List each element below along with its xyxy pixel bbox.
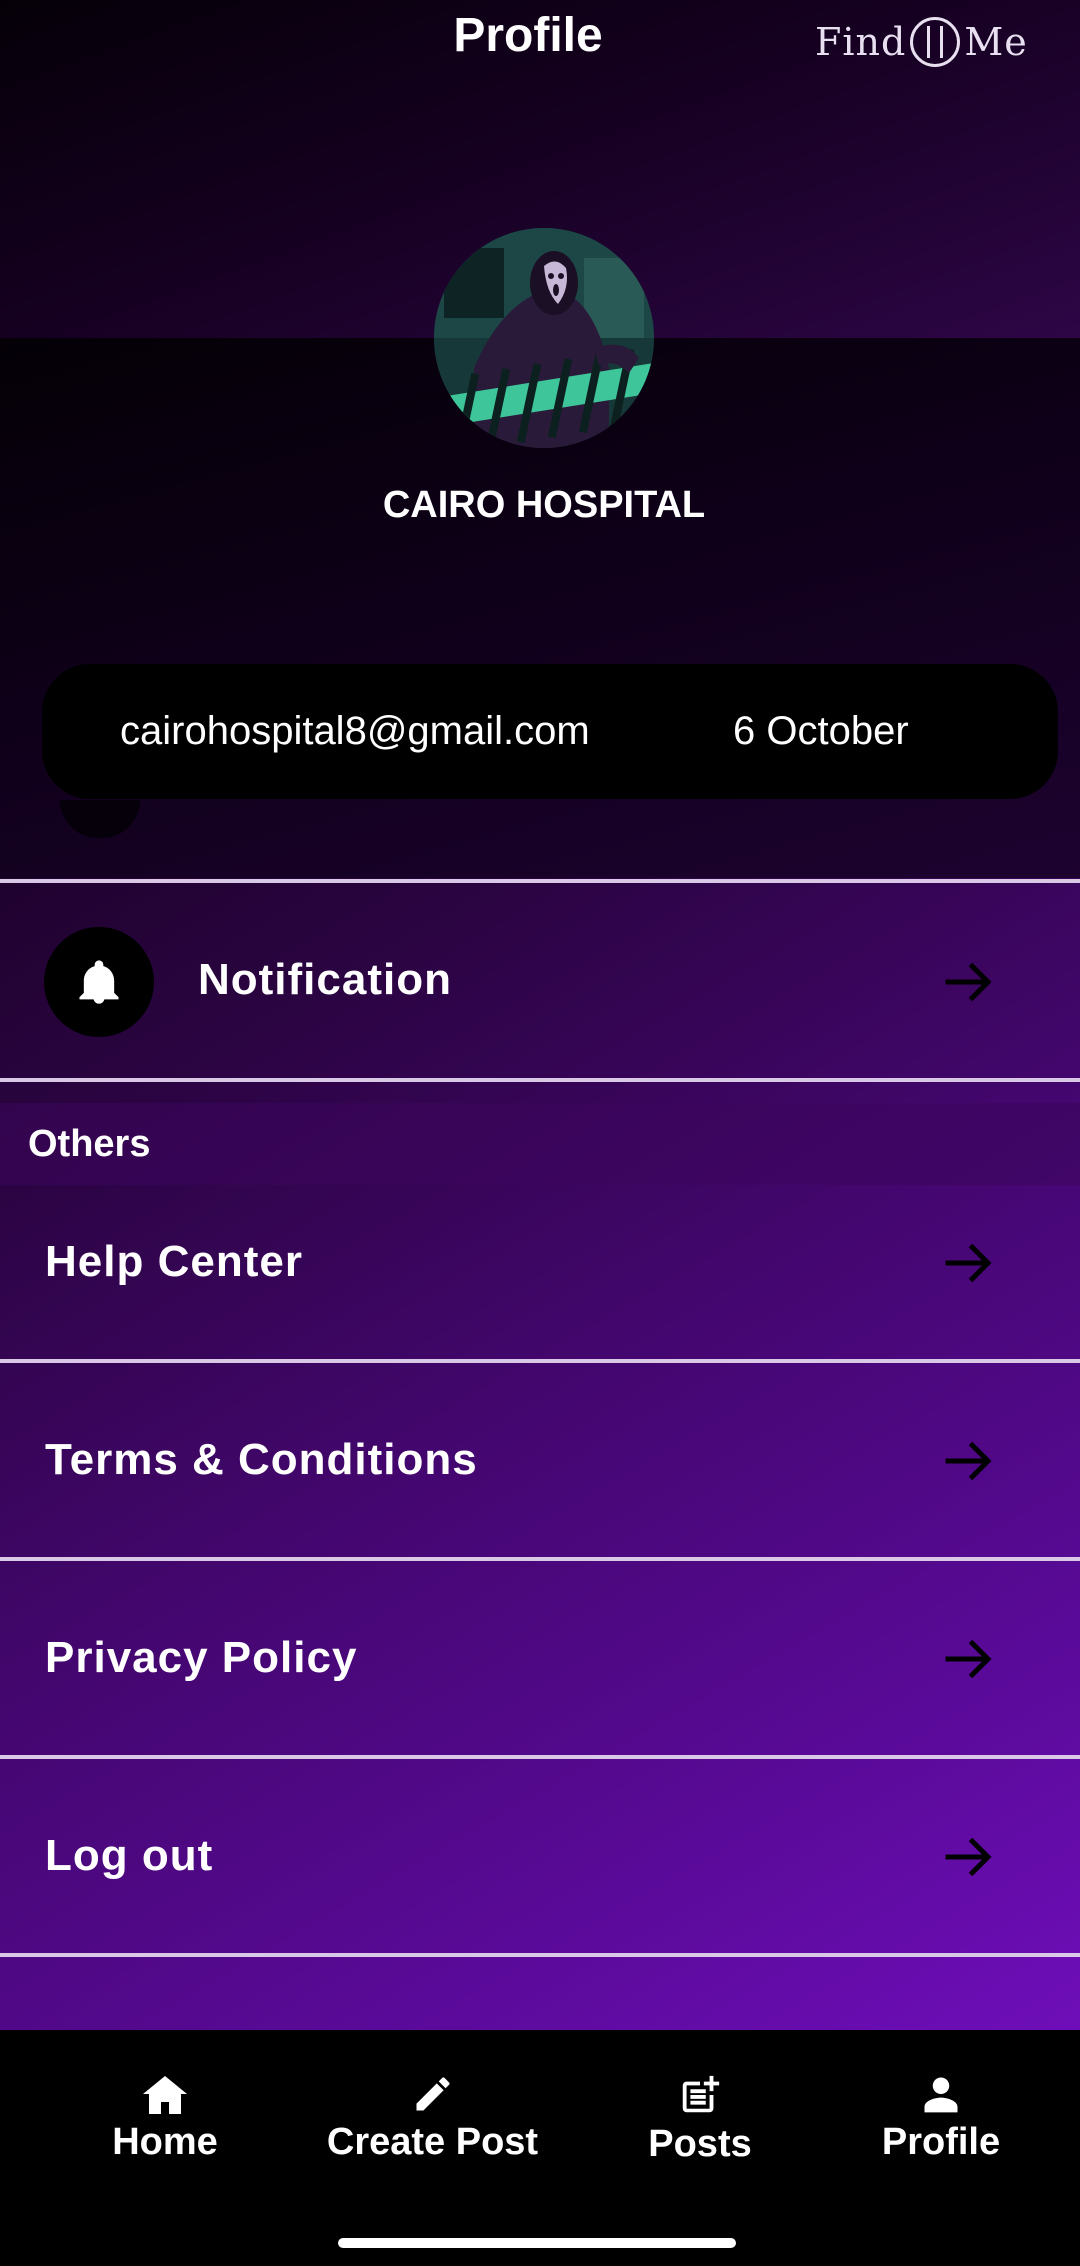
bell-icon-badge bbox=[44, 927, 154, 1037]
nav-profile-label: Profile bbox=[881, 2121, 1001, 2163]
logo-mark-icon bbox=[910, 17, 961, 67]
avatar[interactable] bbox=[434, 228, 654, 448]
arrow-right-icon bbox=[945, 962, 992, 1002]
others-section-header bbox=[0, 1103, 1080, 1185]
divider bbox=[0, 1953, 1080, 1957]
nav-create-post[interactable]: Create Post bbox=[320, 2072, 545, 2166]
post-add-icon bbox=[682, 2075, 720, 2113]
logo-text-left: Find bbox=[815, 20, 907, 64]
nav-profile[interactable]: Profile bbox=[875, 2072, 1007, 2166]
notification-row[interactable] bbox=[0, 883, 1080, 1080]
arrow-right-icon bbox=[945, 1639, 992, 1679]
arrow-right-icon bbox=[945, 1837, 992, 1877]
home-icon bbox=[143, 2076, 187, 2114]
nav-home[interactable]: Home bbox=[100, 2072, 230, 2166]
others-section-title: Others bbox=[28, 1123, 151, 1165]
email-text: cairohospital8@gmail.com bbox=[120, 709, 590, 753]
nav-posts[interactable]: Posts bbox=[640, 2072, 760, 2168]
avatar-illustration bbox=[434, 228, 654, 448]
home-indicator[interactable] bbox=[338, 2238, 736, 2248]
city-text: 6 October bbox=[733, 709, 909, 753]
privacy-policy-label: Privacy Policy bbox=[45, 1633, 358, 1682]
logo-text-right: Me bbox=[964, 20, 1028, 64]
logout-label: Log out bbox=[45, 1831, 214, 1880]
nav-posts-label: Posts bbox=[648, 2123, 752, 2165]
nav-home-label: Home bbox=[112, 2121, 218, 2163]
terms-label: Terms & Conditions bbox=[45, 1435, 478, 1484]
profile-name: CAIRO HOSPITAL bbox=[382, 484, 706, 526]
bell-icon bbox=[79, 960, 119, 1004]
findme-logo: Find Me bbox=[815, 14, 1030, 70]
divider bbox=[0, 1078, 1080, 1082]
arrow-right-icon bbox=[945, 1243, 992, 1283]
nav-create-post-label: Create Post bbox=[326, 2121, 539, 2163]
notification-label: Notification bbox=[198, 955, 452, 1004]
help-center-label: Help Center bbox=[45, 1237, 303, 1286]
person-icon bbox=[924, 2077, 958, 2113]
profile-screen: Profile Find Me CAIRO HOSPITAL cairohosp… bbox=[0, 0, 1080, 2266]
arrow-right-icon bbox=[945, 1441, 992, 1481]
pencil-icon bbox=[416, 2077, 449, 2111]
